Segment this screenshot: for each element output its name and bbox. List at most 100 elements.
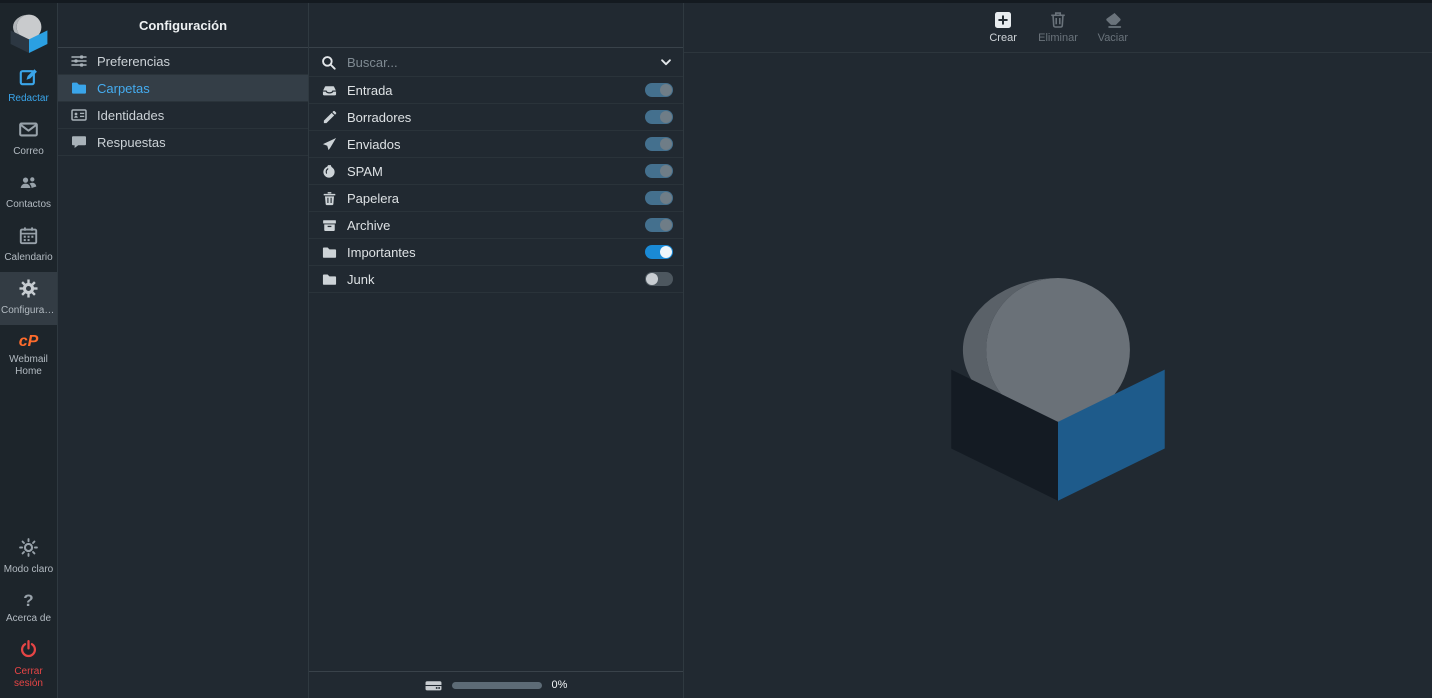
- search-input[interactable]: [345, 54, 650, 71]
- sidebar-item-logout[interactable]: Cerrar sesión: [0, 633, 57, 698]
- mail-icon: [19, 120, 38, 139]
- folder-name: Borradores: [347, 110, 635, 125]
- folder-icon: [71, 80, 87, 96]
- sidebar-item-label: Acerca de: [1, 613, 56, 625]
- settings-item-label: Preferencias: [97, 54, 170, 69]
- folder-row-trash[interactable]: Papelera: [309, 185, 683, 212]
- folder-toggle[interactable]: [645, 110, 673, 124]
- chat-bubble-icon: [71, 134, 87, 150]
- folder-icon: [322, 245, 337, 260]
- settings-gear-icon: [19, 279, 38, 298]
- quota-bar: 0%: [309, 671, 683, 698]
- watermark-area: [684, 53, 1432, 698]
- sun-icon: [19, 538, 38, 557]
- sidebar-item-label: Calendario: [1, 252, 56, 264]
- folder-name: Importantes: [347, 245, 635, 260]
- webmail-settings-window: Redactar Correo Contactos Calendario: [0, 0, 1432, 698]
- folder-name: Archive: [347, 218, 635, 233]
- sidebar-item-calendar[interactable]: Calendario: [0, 219, 57, 272]
- toolbar-button-label: Crear: [989, 32, 1017, 44]
- folder-row-spam[interactable]: SPAM: [309, 158, 683, 185]
- settings-item-folders[interactable]: Carpetas: [58, 75, 308, 102]
- folder-toolbar: Crear Eliminar Vaciar: [684, 3, 1432, 53]
- fireball-icon: [322, 164, 337, 179]
- sidebar-item-mail[interactable]: Correo: [0, 113, 57, 166]
- sidebar-item-label: Cerrar sesión: [1, 666, 56, 690]
- settings-item-preferences[interactable]: Preferencias: [58, 48, 308, 75]
- folder-row-drafts[interactable]: Borradores: [309, 104, 683, 131]
- id-card-icon: [71, 107, 87, 123]
- sidebar-item-label: Contactos: [1, 199, 56, 211]
- folder-searchbar: [309, 48, 683, 77]
- power-icon: [19, 640, 38, 659]
- question-icon: ?: [1, 591, 56, 610]
- quota-progress-track: [452, 682, 542, 689]
- delete-folder-button: Eliminar: [1038, 11, 1078, 44]
- folder-toggle[interactable]: [645, 137, 673, 151]
- folder-name: Entrada: [347, 83, 635, 98]
- folder-icon: [322, 272, 337, 287]
- settings-panel: Configuración Preferencias Carpetas: [58, 3, 309, 698]
- folder-toggle[interactable]: [645, 272, 673, 286]
- disk-icon: [425, 677, 442, 694]
- calendar-icon: [19, 226, 38, 245]
- eraser-icon: [1104, 11, 1122, 29]
- roundcube-logo-icon: [9, 10, 49, 56]
- content-area: Crear Eliminar Vaciar: [684, 3, 1432, 698]
- sidebar-item-light-mode[interactable]: Modo claro: [0, 531, 57, 584]
- settings-item-label: Identidades: [97, 108, 164, 123]
- folder-toggle[interactable]: [645, 218, 673, 232]
- settings-item-responses[interactable]: Respuestas: [58, 129, 308, 156]
- sidebar-item-webmail-home[interactable]: cP Webmail Home: [0, 325, 57, 386]
- folder-toggle[interactable]: [645, 164, 673, 178]
- quota-percent-label: 0%: [552, 679, 568, 691]
- folder-name: Enviados: [347, 137, 635, 152]
- trash-icon: [322, 191, 337, 206]
- sidebar-item-settings[interactable]: Configuraci...: [0, 272, 57, 325]
- folder-name: Junk: [347, 272, 635, 287]
- cpanel-icon: cP: [1, 332, 56, 351]
- contacts-icon: [19, 173, 38, 192]
- toolbar-button-label: Vaciar: [1098, 32, 1128, 44]
- search-icon: [321, 55, 336, 70]
- sidebar-item-label: Configuraci...: [1, 305, 56, 317]
- sidebar: Redactar Correo Contactos Calendario: [0, 3, 58, 698]
- settings-panel-title: Configuración: [58, 3, 308, 48]
- folder-row-inbox[interactable]: Entrada: [309, 77, 683, 104]
- sliders-icon: [71, 53, 87, 69]
- folder-row-importantes[interactable]: Importantes: [309, 239, 683, 266]
- sidebar-item-label: Modo claro: [1, 564, 56, 576]
- folder-toggle[interactable]: [645, 191, 673, 205]
- folders-panel: Entrada Borradores Enviados: [309, 3, 684, 698]
- sidebar-item-label: Webmail Home: [1, 354, 56, 378]
- folder-list: Entrada Borradores Enviados: [309, 77, 683, 293]
- create-plus-icon: [994, 11, 1012, 29]
- delete-trash-icon: [1049, 11, 1067, 29]
- settings-item-identities[interactable]: Identidades: [58, 102, 308, 129]
- sidebar-item-label: Correo: [1, 146, 56, 158]
- settings-item-label: Carpetas: [97, 81, 150, 96]
- folder-row-sent[interactable]: Enviados: [309, 131, 683, 158]
- inbox-icon: [322, 83, 337, 98]
- roundcube-watermark-logo: [942, 251, 1174, 501]
- sidebar-item-label: Redactar: [1, 93, 56, 105]
- sidebar-item-compose[interactable]: Redactar: [0, 60, 57, 113]
- folder-row-junk[interactable]: Junk: [309, 266, 683, 293]
- paper-plane-icon: [322, 137, 337, 152]
- archive-icon: [322, 218, 337, 233]
- folder-row-archive[interactable]: Archive: [309, 212, 683, 239]
- pencil-icon: [322, 110, 337, 125]
- settings-item-label: Respuestas: [97, 135, 166, 150]
- create-folder-button[interactable]: Crear: [984, 11, 1022, 44]
- sidebar-item-contacts[interactable]: Contactos: [0, 166, 57, 219]
- sidebar-item-about[interactable]: ? Acerca de: [0, 584, 57, 633]
- folder-name: Papelera: [347, 191, 635, 206]
- folder-toggle[interactable]: [645, 245, 673, 259]
- folder-toggle[interactable]: [645, 83, 673, 97]
- compose-icon: [19, 67, 38, 86]
- folders-panel-header: [309, 3, 683, 48]
- toolbar-button-label: Eliminar: [1038, 32, 1078, 44]
- empty-folder-button: Vaciar: [1094, 11, 1132, 44]
- chevron-down-icon[interactable]: [659, 55, 673, 69]
- folder-name: SPAM: [347, 164, 635, 179]
